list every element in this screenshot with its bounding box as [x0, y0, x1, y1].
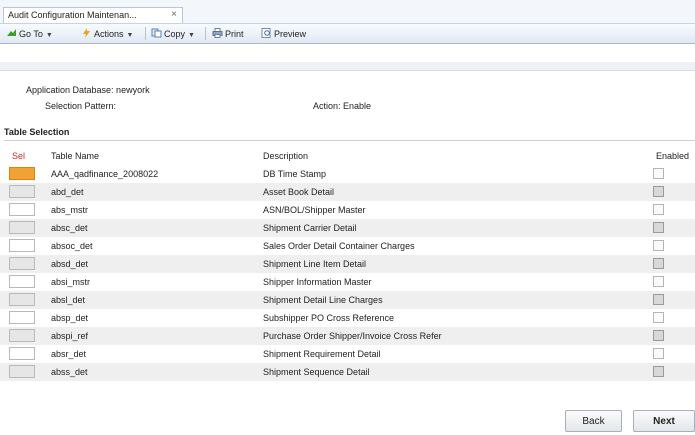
- enabled-checkbox[interactable]: [653, 240, 664, 251]
- enabled-checkbox[interactable]: [653, 330, 664, 341]
- table-row[interactable]: absoc_det Sales Order Detail Container Ch…: [0, 237, 695, 255]
- print-button[interactable]: Print: [212, 28, 244, 40]
- description-cell: Sales Order Detail Container Charges: [263, 241, 415, 251]
- table-name-cell: absd_det: [51, 259, 89, 269]
- select-cell[interactable]: [9, 347, 35, 360]
- table-name-cell: absc_det: [51, 223, 88, 233]
- column-header-enabled: Enabled: [656, 151, 690, 161]
- enabled-checkbox[interactable]: [653, 168, 664, 179]
- table-row[interactable]: abd_det Asset Book Detail: [0, 183, 695, 201]
- select-cell[interactable]: [9, 185, 35, 198]
- chevron-down-icon: ▼: [45, 32, 53, 39]
- enabled-checkbox[interactable]: [653, 186, 664, 197]
- table-row[interactable]: abs_mstr ASN/BOL/Shipper Master: [0, 201, 695, 219]
- enabled-checkbox[interactable]: [653, 294, 664, 305]
- tab-audit-configuration[interactable]: Audit Configuration Maintenan... ×: [3, 7, 183, 23]
- description-cell: Shipment Requirement Detail: [263, 349, 381, 359]
- action-label: Action: Enable: [313, 101, 372, 111]
- goto-label: Go To: [19, 29, 43, 39]
- table-name-cell: abspi_ref: [51, 331, 89, 341]
- copy-label: Copy: [164, 29, 186, 39]
- enabled-checkbox[interactable]: [653, 258, 664, 269]
- select-cell[interactable]: [9, 275, 35, 288]
- actions-button[interactable]: Actions ▼: [81, 28, 133, 40]
- description-cell: Shipper Information Master: [263, 277, 372, 287]
- select-cell[interactable]: [9, 293, 35, 306]
- close-icon[interactable]: ×: [171, 9, 177, 20]
- table-row[interactable]: absl_det Shipment Detail Line Charges: [0, 291, 695, 309]
- table-row[interactable]: absd_det Shipment Line Item Detail: [0, 255, 695, 273]
- enabled-checkbox[interactable]: [653, 348, 664, 359]
- application-database-label: Application Database: newyork: [26, 85, 150, 95]
- table-row[interactable]: absi_mstr Shipper Information Master: [0, 273, 695, 291]
- print-label: Print: [225, 29, 244, 39]
- description-cell: Asset Book Detail: [263, 187, 335, 197]
- toolbar-separator: [205, 27, 206, 40]
- description-cell: ASN/BOL/Shipper Master: [263, 205, 366, 215]
- select-cell[interactable]: [9, 365, 35, 378]
- preview-button[interactable]: Preview: [261, 28, 306, 40]
- goto-button[interactable]: Go To ▼: [6, 28, 53, 40]
- description-cell: Subshipper PO Cross Reference: [263, 313, 395, 323]
- select-cell[interactable]: [9, 221, 35, 234]
- description-cell: Shipment Carrier Detail: [263, 223, 357, 233]
- column-header-sel: Sel: [12, 151, 26, 161]
- description-cell: Purchase Order Shipper/Invoice Cross Ref…: [263, 331, 442, 341]
- table-name-cell: absl_det: [51, 295, 86, 305]
- header-strip: [0, 62, 695, 71]
- select-cell[interactable]: [9, 311, 35, 324]
- tab-title: Audit Configuration Maintenan...: [8, 10, 137, 20]
- chevron-down-icon: ▼: [188, 32, 195, 39]
- selection-pattern-label: Selection Pattern:: [45, 101, 117, 111]
- next-button[interactable]: Next: [633, 410, 695, 432]
- toolbar: Go To ▼ Actions ▼ Copy ▼ Print Preview: [0, 24, 695, 44]
- table-row[interactable]: AAA_qadfinance_2008022 DB Time Stamp: [0, 165, 695, 183]
- table-row[interactable]: abss_det Shipment Sequence Detail: [0, 363, 695, 381]
- actions-label: Actions: [94, 29, 124, 39]
- enabled-checkbox[interactable]: [653, 276, 664, 287]
- table-name-cell: absoc_det: [51, 241, 93, 251]
- printer-icon: [212, 28, 223, 38]
- table-selection-heading: Table Selection: [4, 127, 695, 141]
- column-header-description: Description: [263, 151, 309, 161]
- table-row[interactable]: absr_det Shipment Requirement Detail: [0, 345, 695, 363]
- table-row[interactable]: absc_det Shipment Carrier Detail: [0, 219, 695, 237]
- copy-button[interactable]: Copy ▼: [151, 28, 195, 40]
- table-name-cell: absp_det: [51, 313, 89, 323]
- table-name-cell: abs_mstr: [51, 205, 89, 215]
- table-name-cell: absr_det: [51, 349, 87, 359]
- copy-icon: [151, 28, 162, 38]
- select-cell[interactable]: [9, 203, 35, 216]
- lightning-icon: [83, 28, 90, 38]
- table-row[interactable]: abspi_ref Purchase Order Shipper/Invoice …: [0, 327, 695, 345]
- chevron-down-icon: ▼: [126, 32, 134, 39]
- select-cell[interactable]: [9, 257, 35, 270]
- description-cell: Shipment Line Item Detail: [263, 259, 367, 269]
- preview-icon: [261, 28, 271, 38]
- select-cell[interactable]: [9, 329, 35, 342]
- description-cell: Shipment Detail Line Charges: [263, 295, 383, 305]
- enabled-checkbox[interactable]: [653, 222, 664, 233]
- enabled-checkbox[interactable]: [653, 204, 664, 215]
- description-cell: Shipment Sequence Detail: [263, 367, 370, 377]
- table-name-cell: absi_mstr: [51, 277, 91, 287]
- enabled-checkbox[interactable]: [653, 312, 664, 323]
- enabled-checkbox[interactable]: [653, 366, 664, 377]
- green-arrow-icon: [7, 29, 16, 36]
- back-button[interactable]: Back: [565, 410, 622, 432]
- toolbar-separator: [145, 27, 146, 40]
- table-name-cell: abd_det: [51, 187, 84, 197]
- tab-strip: Audit Configuration Maintenan... ×: [0, 0, 695, 24]
- select-cell[interactable]: [9, 239, 35, 252]
- column-header-table-name: Table Name: [51, 151, 100, 161]
- table-name-cell: AAA_qadfinance_2008022: [51, 169, 159, 179]
- description-cell: DB Time Stamp: [263, 169, 327, 179]
- select-cell[interactable]: [9, 167, 35, 180]
- preview-label: Preview: [274, 29, 307, 39]
- table-name-cell: abss_det: [51, 367, 88, 377]
- table-row[interactable]: absp_det Subshipper PO Cross Reference: [0, 309, 695, 327]
